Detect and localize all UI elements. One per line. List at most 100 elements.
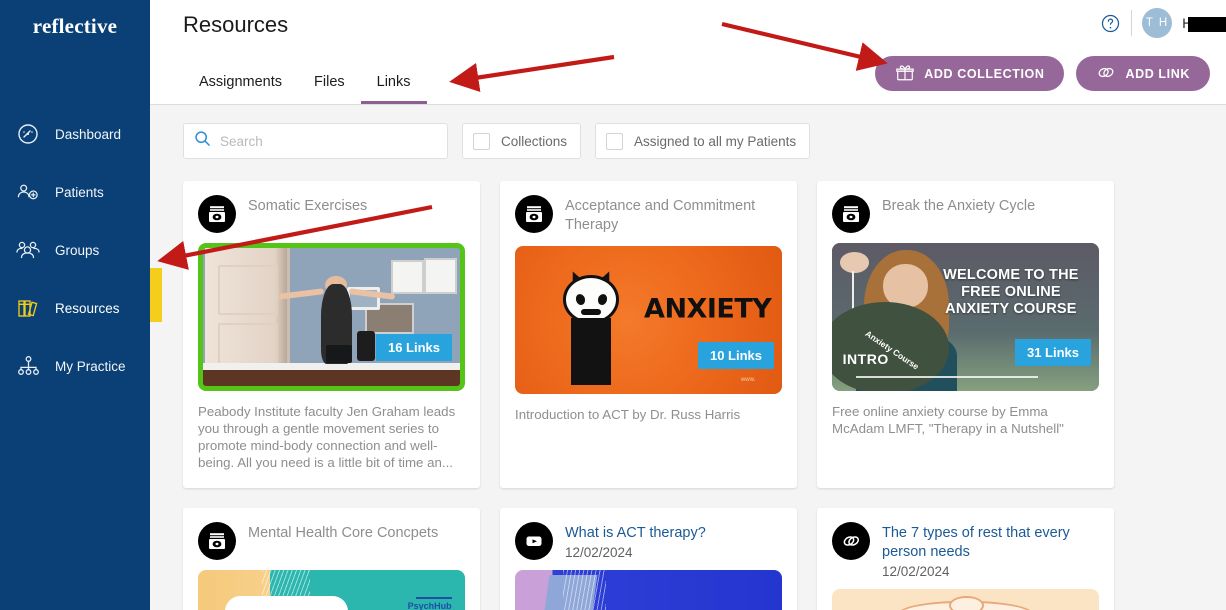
card-header: Break the Anxiety Cycle <box>832 195 1099 233</box>
header-actions: ADD COLLECTION ADD LINK <box>875 56 1210 91</box>
youtube-play-icon <box>515 521 553 560</box>
card-header: Somatic Exercises <box>198 195 465 233</box>
card-description: Free online anxiety course by Emma McAda… <box>832 404 1064 437</box>
person-add-icon <box>13 177 43 207</box>
add-link-button[interactable]: ADD LINK <box>1076 56 1210 91</box>
search-icon <box>194 130 211 152</box>
card-title-group: What is ACT therapy? 12/02/2024 <box>565 522 706 560</box>
sidebar-item-resources[interactable]: Resources <box>0 279 150 337</box>
speedometer-icon <box>13 119 43 149</box>
sidebar-active-indicator <box>150 268 162 322</box>
thumbnail-label: INTRO <box>842 351 889 368</box>
resource-card[interactable]: What is ACT therapy? 12/02/2024 <box>500 507 797 610</box>
card-description: Introduction to ACT by Dr. Russ Harris <box>515 406 741 422</box>
links-count-badge: 10 Links <box>697 341 774 369</box>
user-menu[interactable]: H <box>1182 16 1226 32</box>
link-chain-icon <box>1096 63 1116 85</box>
redaction-bar <box>1188 16 1226 32</box>
filter-collections[interactable]: Collections <box>462 123 582 159</box>
brand-logo: reflective <box>32 14 118 38</box>
collection-icon <box>198 521 236 560</box>
thumbnail-stack: ANXIETY www. 10 Links <box>515 245 782 394</box>
card-date: 12/02/2024 <box>565 544 633 560</box>
search-box[interactable] <box>183 123 448 159</box>
topbar-right: T H H <box>1100 8 1226 38</box>
username-label: H <box>1182 16 1226 32</box>
thumbnail-image[interactable] <box>515 569 782 610</box>
card-spacer <box>515 423 782 433</box>
org-chart-icon <box>13 351 43 381</box>
page-title: Resources <box>183 12 289 37</box>
collection-icon <box>515 195 553 233</box>
card-header: The 7 types of rest that every person ne… <box>832 521 1099 580</box>
sidebar-item-label: My Practice <box>55 358 126 374</box>
topbar: Resources T H H Assignments Files Links … <box>150 0 1226 105</box>
sidebar-item-label: Patients <box>55 184 104 200</box>
sidebar-item-dashboard[interactable]: Dashboard <box>0 105 150 163</box>
resource-card[interactable]: Break the Anxiety Cycle WELCOME TO THE F… <box>817 181 1114 488</box>
collection-icon <box>198 195 236 233</box>
card-date: 12/02/2024 <box>882 564 950 580</box>
thumbnail-image[interactable]: 16 Links <box>198 243 465 391</box>
gift-box-icon <box>895 63 915 85</box>
thumbnail-caption: WELCOME TO THE FREE ONLINE ANXIETY COURS… <box>943 266 1079 317</box>
card-title: Break the Anxiety Cycle <box>882 198 1036 214</box>
card-header: What is ACT therapy? 12/02/2024 <box>515 521 782 560</box>
card-title[interactable]: The 7 types of rest that every person ne… <box>882 522 1099 563</box>
books-icon <box>13 293 43 323</box>
avatar: T H <box>1142 8 1173 38</box>
card-title: Somatic Exercises <box>248 198 368 214</box>
thumbnail-caption: ANXIETY <box>644 293 772 325</box>
tab-links[interactable]: Links <box>360 64 427 104</box>
resource-card[interactable]: Somatic Exercises 16 Links Peabody Insti… <box>183 181 480 488</box>
filter-bar: Collections Assigned to all my Patients <box>150 106 1226 159</box>
thumbnail-caption: PsychHub <box>407 596 452 610</box>
sidebar-item-label: Dashboard <box>55 126 122 142</box>
sidebar: reflective Dashboard Patients Groups Res… <box>0 0 150 610</box>
thumbnail-image[interactable]: PsychHub <box>198 569 465 610</box>
collection-icon <box>832 195 870 233</box>
add-collection-button[interactable]: ADD COLLECTION <box>875 56 1065 91</box>
resource-card[interactable]: Mental Health Core Concpets PsychHub <box>183 507 480 610</box>
thumbnail-image[interactable]: ANXIETY www. 10 Links <box>515 245 782 394</box>
checkbox-collections[interactable] <box>473 132 490 150</box>
card-description: Peabody Institute faculty Jen Graham lea… <box>198 404 456 471</box>
content-area: Collections Assigned to all my Patients <box>150 106 1226 610</box>
search-input[interactable] <box>220 133 437 149</box>
thumbnail-image[interactable] <box>832 589 1099 610</box>
resource-tabs: Assignments Files Links <box>183 64 427 104</box>
question-circle-icon[interactable] <box>1100 13 1121 34</box>
card-title[interactable]: What is ACT therapy? <box>565 522 706 543</box>
add-collection-label: ADD COLLECTION <box>924 66 1045 81</box>
card-title: Mental Health Core Concpets <box>248 524 439 541</box>
checkbox-assigned-all-patients[interactable] <box>606 132 624 150</box>
sidebar-item-my-practice[interactable]: My Practice <box>0 337 150 395</box>
filter-collections-label: Collections <box>501 133 568 149</box>
resource-card[interactable]: The 7 types of rest that every person ne… <box>817 507 1114 610</box>
links-count-badge: 16 Links <box>375 334 452 361</box>
card-title-group: The 7 types of rest that every person ne… <box>882 522 1099 580</box>
add-link-label: ADD LINK <box>1125 66 1190 81</box>
divider <box>1131 10 1133 36</box>
card-title: Acceptance and Commitment Therapy <box>565 198 756 234</box>
tab-assignments[interactable]: Assignments <box>183 64 298 104</box>
thumbnail-stack <box>832 589 1099 610</box>
thumbnail-stack: WELCOME TO THE FREE ONLINE ANXIETY COURS… <box>832 243 1099 391</box>
links-count-badge: 31 Links <box>1014 339 1091 366</box>
resource-card[interactable]: Acceptance and Commitment Therapy ANXIET… <box>500 181 797 488</box>
sidebar-item-label: Groups <box>55 242 100 258</box>
thumbnail-stack: PsychHub <box>198 569 465 610</box>
tab-files[interactable]: Files <box>298 64 361 104</box>
thumbnail-image[interactable]: WELCOME TO THE FREE ONLINE ANXIETY COURS… <box>832 243 1099 391</box>
card-header: Acceptance and Commitment Therapy <box>515 195 782 236</box>
filter-assigned-all-patients[interactable]: Assigned to all my Patients <box>595 123 811 159</box>
sidebar-item-patients[interactable]: Patients <box>0 163 150 221</box>
app-root: reflective Dashboard Patients Groups Res… <box>0 0 1226 610</box>
thumbnail-stack: 16 Links <box>198 243 465 391</box>
link-chain-icon <box>832 521 870 560</box>
card-header: Mental Health Core Concpets <box>198 521 465 560</box>
sidebar-item-groups[interactable]: Groups <box>0 221 150 279</box>
main-region: Resources T H H Assignments Files Links … <box>150 0 1226 610</box>
people-group-icon <box>13 235 43 265</box>
sidebar-nav: Dashboard Patients Groups Resources My P… <box>0 105 150 395</box>
